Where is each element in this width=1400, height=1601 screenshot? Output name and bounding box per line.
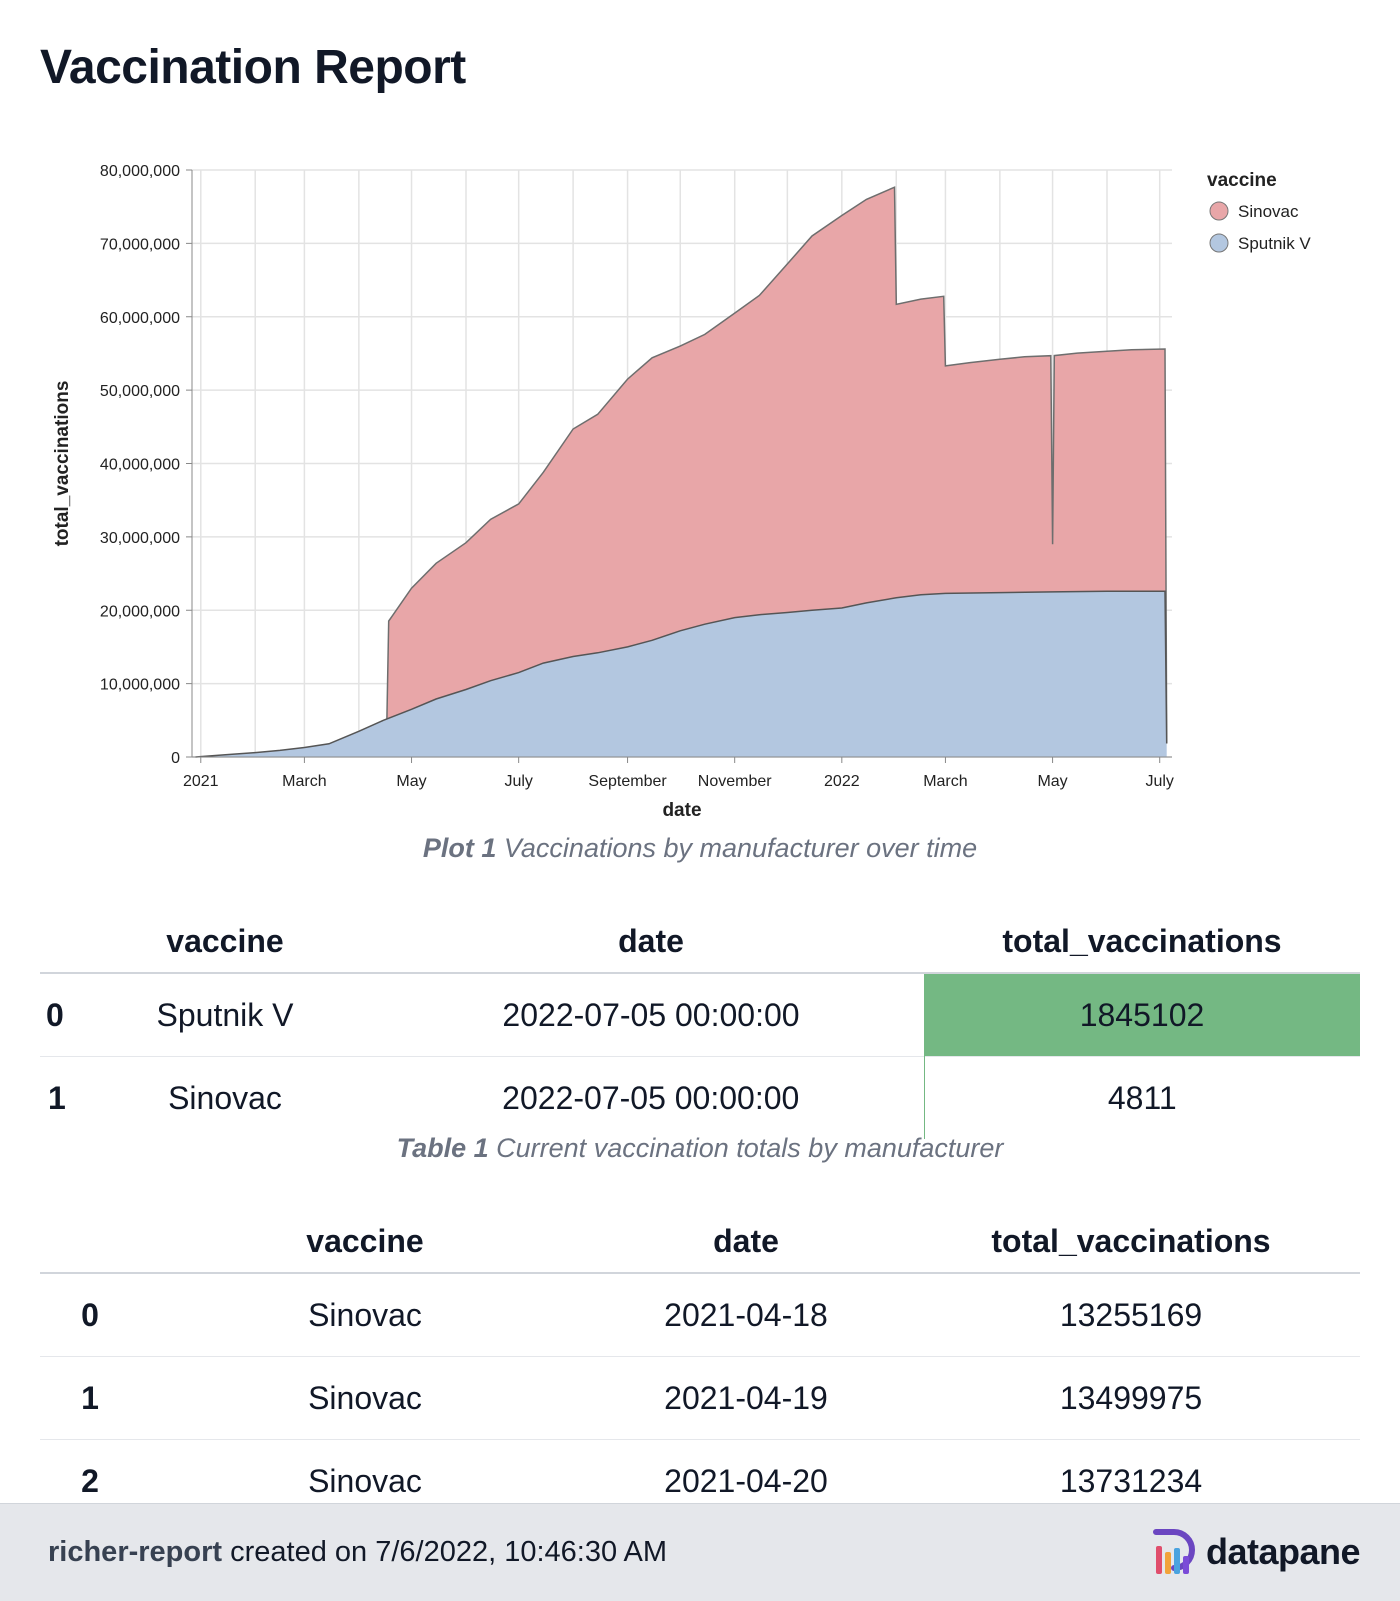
x-tick-label: 2022 <box>824 773 860 790</box>
legend-label: Sinovac <box>1238 202 1299 221</box>
index-header <box>40 910 72 973</box>
date-cell: 2021-04-19 <box>664 1379 828 1416</box>
created-timestamp: created on 7/6/2022, 10:46:30 AM <box>230 1536 668 1568</box>
plot-caption-label: Plot 1 <box>422 833 497 863</box>
area-chart-svg: 0 10,000,000 20,000,000 30,000,000 40,000,00… <box>52 163 1311 821</box>
y-tick-label: 40,000,000 <box>100 457 180 474</box>
datapane-brand[interactable]: datapane <box>1152 1528 1361 1576</box>
legend-title: vaccine <box>1207 170 1277 191</box>
vaccine-cell: Sinovac <box>168 1079 282 1116</box>
x-tick-label: May <box>396 773 426 790</box>
x-axis-title: date <box>662 800 701 821</box>
table-row: 0 Sinovac 2021-04-18 13255169 <box>40 1273 1360 1357</box>
x-tick-label: March <box>923 773 967 790</box>
row-index: 0 <box>46 996 64 1033</box>
current-totals-table: vaccine date total_vaccinations 0 Sputni… <box>40 910 1360 1139</box>
vaccine-cell: Sinovac <box>308 1296 422 1333</box>
total-vaccinations-cell: 13499975 <box>1059 1379 1203 1416</box>
y-tick-label: 20,000,000 <box>100 603 180 620</box>
x-tick-label: July <box>504 773 532 790</box>
total-vaccinations-cell: 4811 <box>923 1056 1360 1139</box>
plot-caption: Plot 1 Vaccinations by manufacturer over… <box>0 833 1400 864</box>
x-tick-label: 2021 <box>183 773 219 790</box>
vaccinations-data-table: vaccine date total_vaccinations 0 Sinova… <box>40 1210 1360 1523</box>
footer-info: richer-report created on 7/6/2022, 10:46… <box>48 1536 667 1569</box>
row-index: 1 <box>48 1079 66 1116</box>
legend-swatch <box>1209 233 1229 253</box>
page-title: Vaccination Report <box>40 41 466 94</box>
report-name[interactable]: richer-report <box>48 1536 222 1568</box>
table-row: 0 Sputnik V 2022-07-05 00:00:00 1845102 <box>40 973 1360 1057</box>
vaccine-cell: Sinovac <box>308 1379 422 1416</box>
table-row: 1 Sinovac 2022-07-05 00:00:00 4811 <box>40 1056 1360 1139</box>
y-axis-title: total_vaccinations <box>52 381 73 547</box>
row-index: 0 <box>81 1296 99 1333</box>
y-tick-label: 80,000,000 <box>100 163 180 180</box>
column-header-vaccine: vaccine <box>166 922 284 959</box>
x-tick-label: May <box>1037 773 1067 790</box>
x-tick-label: March <box>282 773 326 790</box>
table-caption: Table 1 Current vaccination totals by ma… <box>0 1133 1400 1164</box>
column-header-date: date <box>713 1222 779 1259</box>
column-header-vaccine: vaccine <box>306 1222 424 1259</box>
date-cell: 2022-07-05 00:00:00 <box>502 996 800 1033</box>
legend-label: Sputnik V <box>1238 234 1311 253</box>
x-tick-label: September <box>588 773 667 790</box>
x-tick-label: July <box>1145 773 1173 790</box>
total-vaccinations-cell-highlighted: 1845102 <box>924 973 1360 1057</box>
column-header-total-vaccinations: total_vaccinations <box>991 1222 1271 1259</box>
y-tick-label: 50,000,000 <box>100 383 180 400</box>
datapane-logo-icon <box>1152 1529 1195 1574</box>
plot-caption-text: Vaccinations by manufacturer over time <box>503 833 978 863</box>
column-header-total-vaccinations: total_vaccinations <box>1002 922 1282 959</box>
y-tick-label: 10,000,000 <box>100 677 180 694</box>
date-cell: 2021-04-18 <box>664 1296 828 1333</box>
total-vaccinations-cell: 13255169 <box>1059 1296 1203 1333</box>
vaccinations-chart: 0 10,000,000 20,000,000 30,000,000 40,000,00… <box>40 150 1380 890</box>
index-header <box>40 1210 140 1273</box>
datapane-wordmark: datapane <box>1205 1531 1361 1572</box>
row-index: 1 <box>81 1379 99 1416</box>
table-row: 1 Sinovac 2021-04-19 13499975 <box>40 1357 1360 1440</box>
y-tick-label: 0 <box>171 750 180 767</box>
table-caption-text: Current vaccination totals by manufactur… <box>496 1133 1004 1163</box>
column-header-date: date <box>618 922 684 959</box>
legend-swatch <box>1209 201 1229 221</box>
y-tick-label: 30,000,000 <box>100 530 180 547</box>
y-tick-label: 60,000,000 <box>100 310 180 327</box>
report-footer: richer-report created on 7/6/2022, 10:46… <box>0 1503 1400 1601</box>
table-caption-label: Table 1 <box>396 1133 489 1163</box>
vaccine-cell: Sputnik V <box>156 996 294 1033</box>
y-tick-label: 70,000,000 <box>100 236 180 253</box>
x-tick-label: November <box>698 773 772 790</box>
date-cell: 2022-07-05 00:00:00 <box>502 1079 800 1116</box>
